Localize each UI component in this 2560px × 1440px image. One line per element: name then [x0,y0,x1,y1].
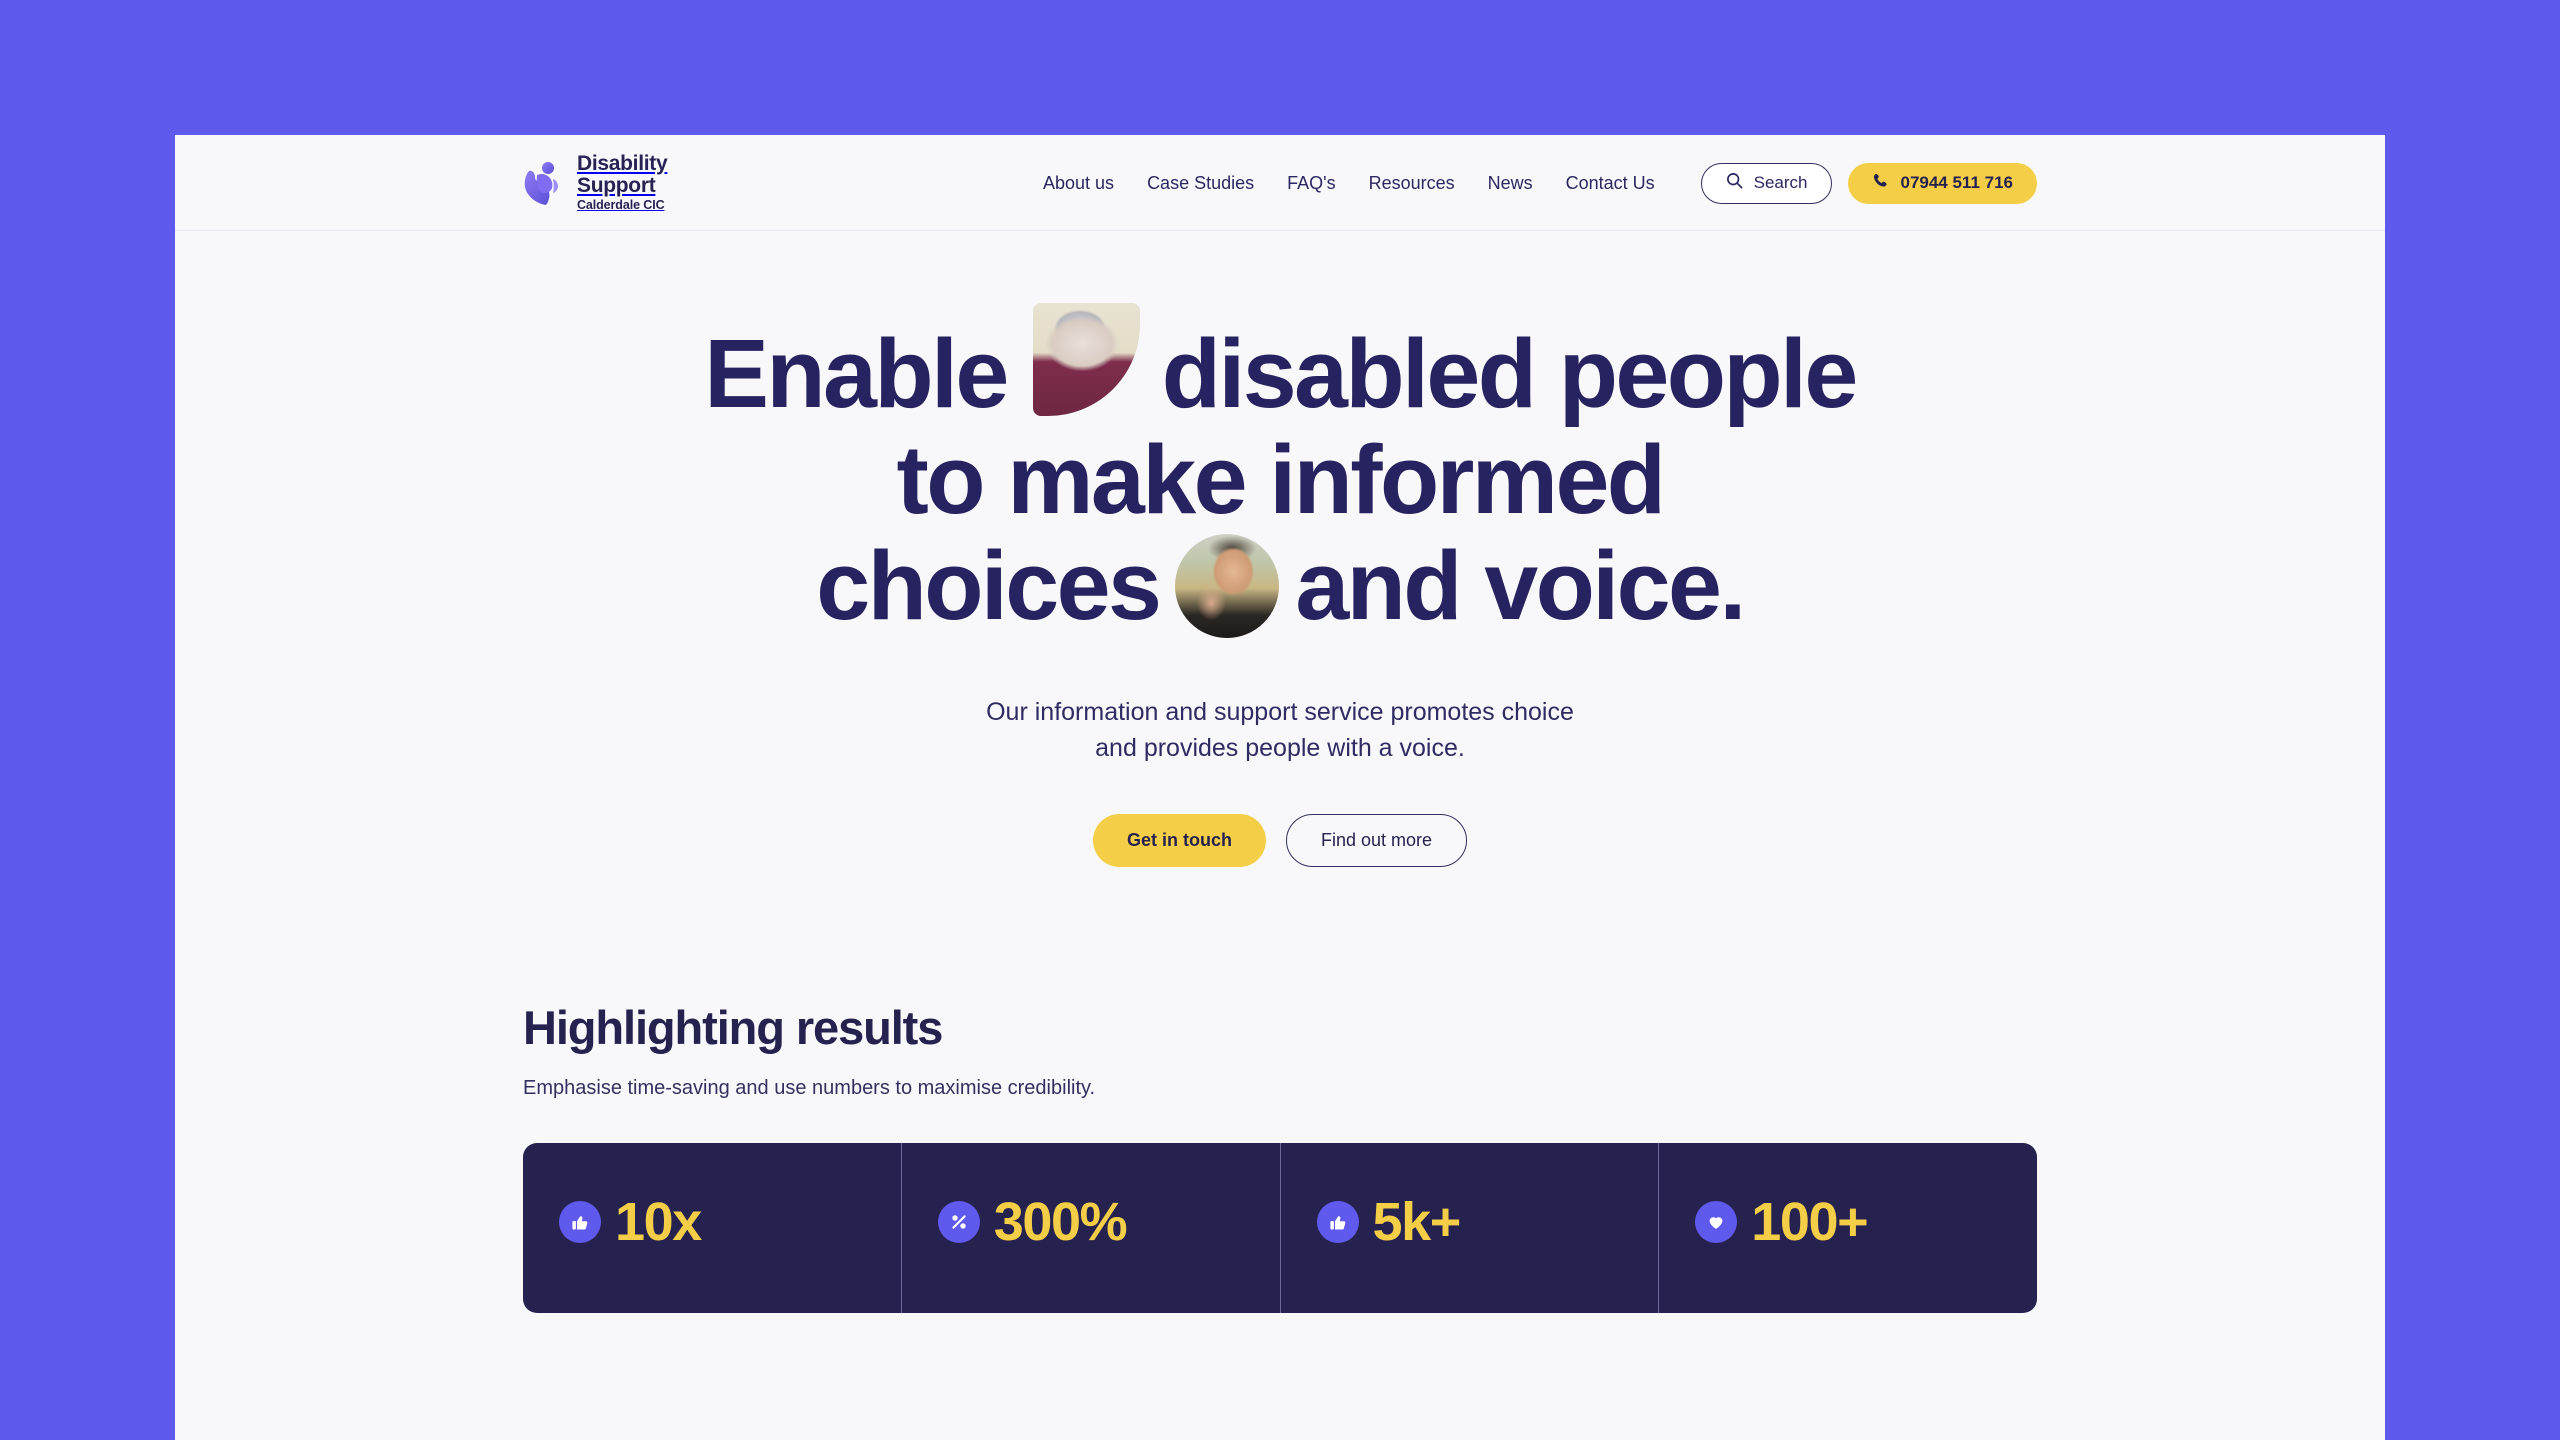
heading-line-3: choices and voice. [175,533,2385,639]
stat-card: 10x [523,1143,902,1313]
heading-word-enable: Enable [704,318,1009,428]
hero-cta-group: Get in touch Find out more [175,814,2385,867]
stat-value: 300% [993,1192,1128,1252]
heading-line-2: to make informed [175,427,2385,533]
nav-item-news[interactable]: News [1488,173,1533,194]
stats-row: 10x 300% 5k+ 100+ [523,1143,2037,1313]
search-icon [1726,172,1743,194]
stat-card: 5k+ [1281,1143,1660,1313]
percent-icon [937,1201,980,1243]
site-logo[interactable]: Disability Support Calderdale CIC [523,152,668,212]
header-actions: Search 07944 511 716 [1700,135,2037,231]
highlighting-results-section: Highlighting results Emphasise time-savi… [175,1000,2385,1313]
heading-word-choices: choices [816,530,1162,640]
search-button[interactable]: Search [1700,162,1833,204]
heading-word-disabled-people: disabled people [1161,318,1859,428]
heart-icon [1695,1201,1738,1243]
thumbs-up-icon [1316,1201,1359,1243]
nav-item-case-studies[interactable]: Case Studies [1147,173,1254,194]
get-in-touch-button[interactable]: Get in touch [1092,814,1266,867]
page-title: Enable disabled people to make informed … [175,303,2385,639]
father-and-daughter-photo [1175,534,1280,638]
hero-section: Enable disabled people to make informed … [175,231,2385,867]
hero-subtitle-line-1: Our information and support service prom… [986,698,1574,726]
site-header: Disability Support Calderdale CIC About … [175,135,2385,231]
thumbs-up-icon [559,1201,601,1243]
hero-subtitle-line-2: and provides people with a voice. [1095,733,1465,762]
hand-heart-logo-icon [523,159,567,206]
photo-fill [1032,303,1140,416]
elderly-woman-photo [1032,303,1140,416]
logo-wordmark: Disability Support Calderdale CIC [577,152,668,212]
logo-line-1: Disability [577,152,668,175]
heading-line-1: Enable disabled people [175,303,2385,428]
primary-navigation: About us Case Studies FAQ's Resources Ne… [1043,135,1655,231]
hero-subtitle: Our information and support service prom… [175,695,2385,766]
nav-item-contact-us[interactable]: Contact Us [1566,173,1655,194]
stat-value: 100+ [1751,1192,1868,1252]
search-button-label: Search [1753,173,1808,192]
nav-item-faqs[interactable]: FAQ's [1287,173,1335,194]
results-title: Highlighting results [523,1001,943,1054]
page-surface: Disability Support Calderdale CIC About … [175,135,2385,1440]
phone-icon [1872,172,1889,194]
phone-number-label: 07944 511 716 [1900,173,2013,192]
photo-fill [1175,534,1280,638]
stat-value: 10x [615,1192,702,1252]
results-subtitle: Emphasise time-saving and use numbers to… [523,1077,1096,1099]
stat-card: 300% [902,1143,1281,1313]
logo-line-3: Calderdale CIC [577,198,665,212]
phone-button[interactable]: 07944 511 716 [1848,162,2037,204]
find-out-more-button[interactable]: Find out more [1285,814,1468,867]
nav-item-resources[interactable]: Resources [1369,173,1455,194]
nav-item-about-us[interactable]: About us [1043,173,1114,194]
logo-line-2: Support [577,174,656,197]
heading-word-and-voice: and voice. [1295,530,1746,640]
heading-word-to-make-informed: to make informed [896,424,1667,534]
stat-card: 100+ [1659,1143,2037,1313]
stat-value: 5k+ [1372,1192,1462,1252]
